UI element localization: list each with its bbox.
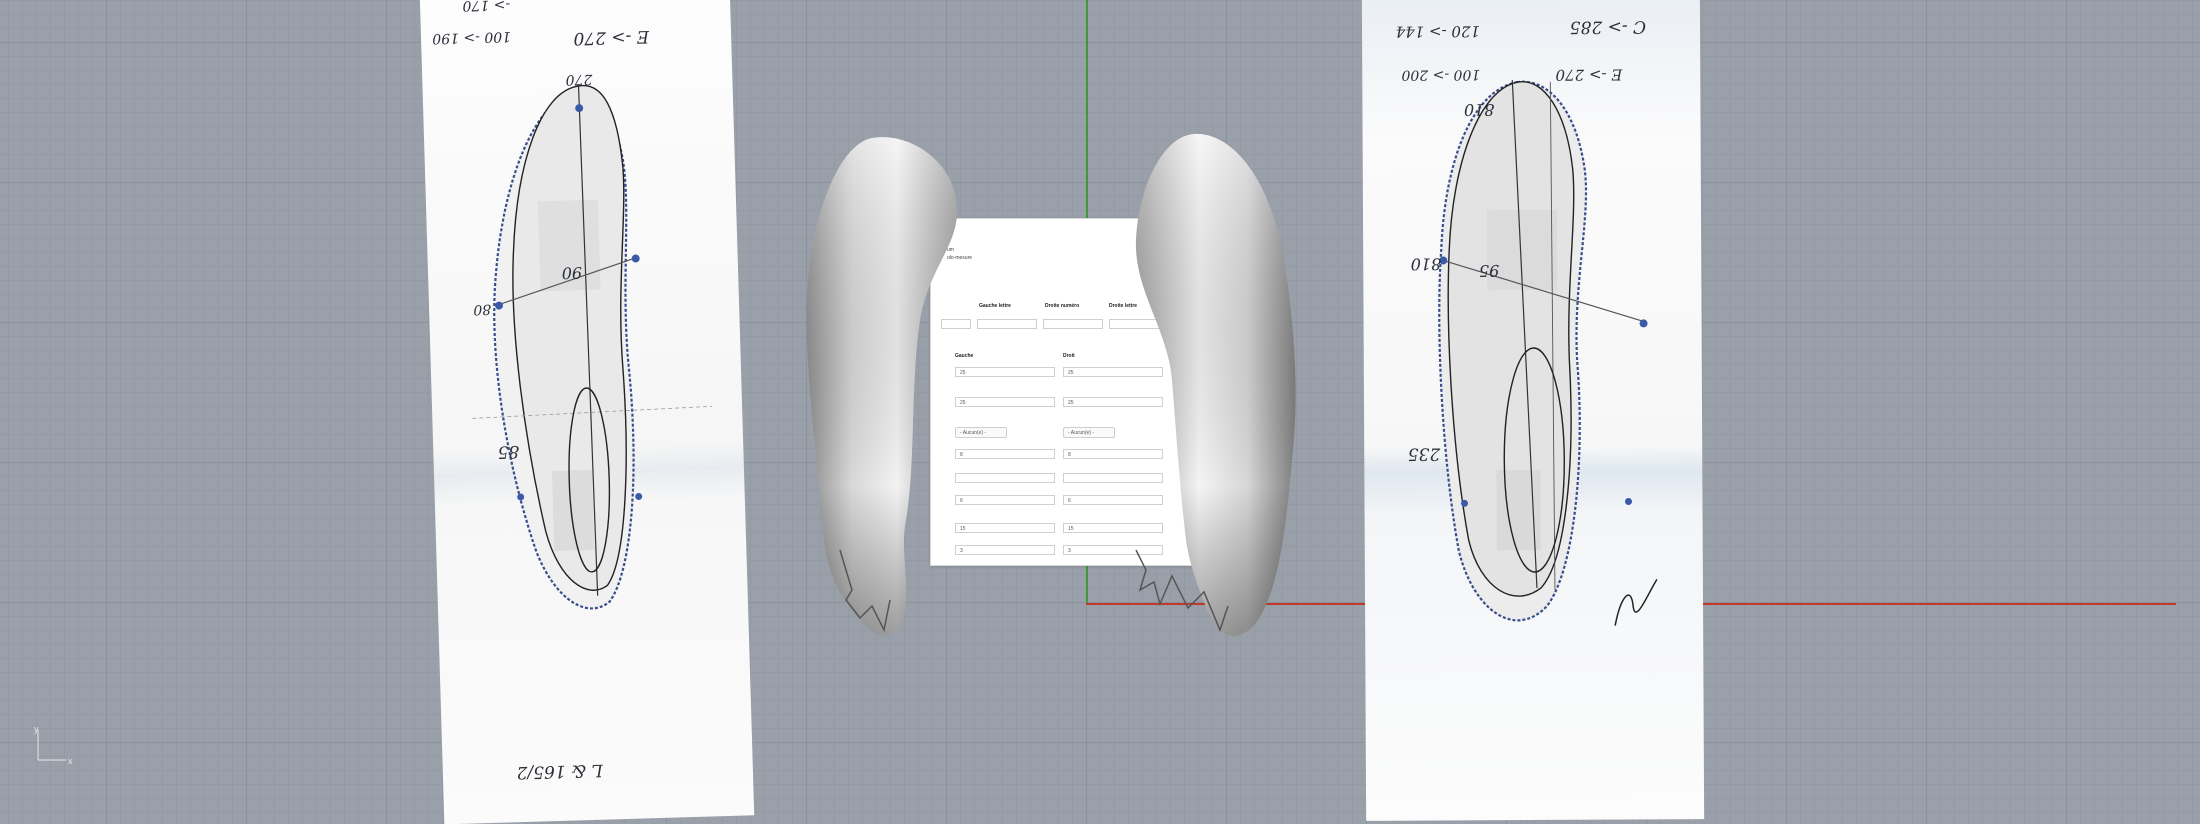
view-axis-indicator: y x xyxy=(34,726,73,766)
note-100-190: 100 -> 190 xyxy=(432,28,511,46)
field-droite-numero[interactable] xyxy=(1043,319,1103,329)
note-e-270: E -> 270 xyxy=(573,26,650,48)
note-170: -> 170 xyxy=(462,0,510,14)
axis-y-label: y xyxy=(34,726,39,734)
left-foot-3d-model[interactable] xyxy=(800,130,980,650)
note-85: 85 xyxy=(497,441,519,462)
note-100-200: 100 -> 200 xyxy=(1401,66,1480,82)
axis-x-label: x xyxy=(68,756,73,766)
label-droit: Droit xyxy=(1063,353,1075,359)
note-95: 95 xyxy=(1479,261,1499,280)
note-270: 270 xyxy=(565,71,593,88)
column-header-droite-numero: Droite numéro xyxy=(1045,303,1080,309)
right-footprint-drawing: C -> 285 120 -> 144 100 -> 200 E -> 270 … xyxy=(1396,16,1658,626)
right-foot-3d-model[interactable] xyxy=(1128,130,1308,650)
note-bottom: L & 165/2 xyxy=(516,760,604,783)
right-foot-scan-sheet[interactable]: C -> 285 120 -> 144 100 -> 200 E -> 270 … xyxy=(1361,0,1705,821)
left-foot-scan-sheet[interactable]: E -> 270 100 -> 190 -> 170 80 90 85 270 … xyxy=(419,0,755,824)
droit-select[interactable]: - Aucun(e) - xyxy=(1063,427,1115,438)
note-c-285: C -> 285 xyxy=(1570,16,1646,36)
field-gauche-lettre[interactable] xyxy=(977,319,1037,329)
left-footprint-drawing: E -> 270 100 -> 190 -> 170 80 90 85 270 … xyxy=(432,0,713,783)
note-80: 80 xyxy=(473,301,491,318)
note-120-144: 120 -> 144 xyxy=(1396,22,1481,40)
note-810: 810 xyxy=(1411,254,1442,273)
note-810-top: 810 xyxy=(1464,100,1495,119)
note-90: 90 xyxy=(561,263,582,283)
note-e-270: E -> 270 xyxy=(1555,66,1623,84)
column-header-gauche-lettre: Gauche lettre xyxy=(979,303,1011,309)
note-235: 235 xyxy=(1408,443,1442,463)
